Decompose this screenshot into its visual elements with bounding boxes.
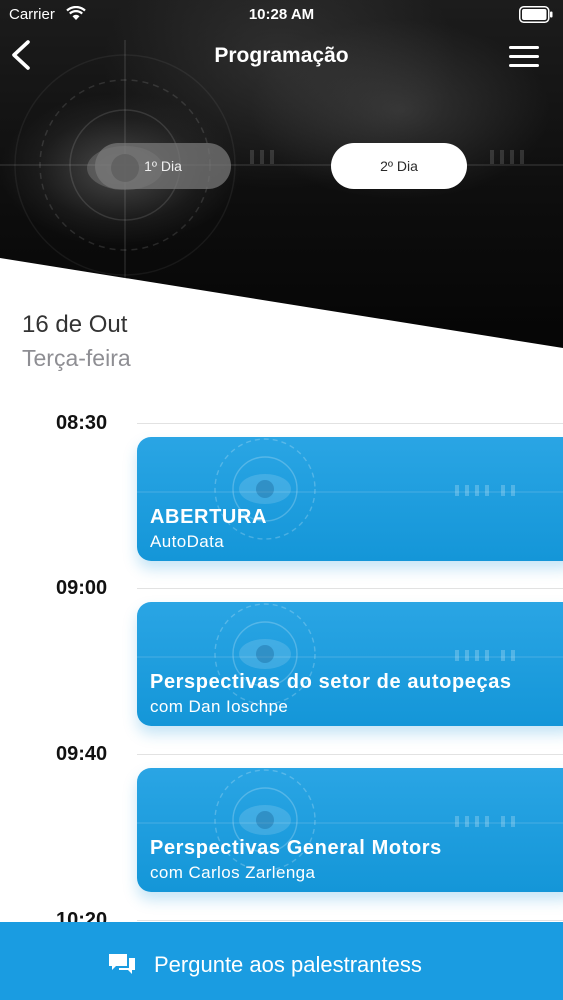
divider [137,588,563,589]
session-card[interactable]: Perspectivas General Motors com Carlos Z… [137,768,563,892]
session-title: Perspectivas General Motors [150,837,442,859]
day-1-button[interactable]: 1º Dia [95,143,231,189]
divider [137,754,563,755]
divider [137,423,563,424]
date-label: 16 de Out [22,311,128,338]
session-card[interactable]: ABERTURA AutoData [137,437,563,561]
weekday-label: Terça-feira [22,345,131,371]
session-speaker: com Dan Ioschpe [150,697,289,716]
ask-speakers-button[interactable]: Pergunte aos palestrantess [0,922,563,1000]
status-bar: Carrier 10:28 AM [0,0,563,30]
chat-icon [109,954,135,974]
page-title: Programação [214,44,349,67]
menu-icon[interactable] [509,46,539,68]
time-label: 08:30 [56,412,108,434]
divider [137,920,563,921]
session-speaker: com Carlos Zarlenga [150,863,316,882]
status-time: 10:28 AM [248,6,315,23]
time-label: 09:00 [56,577,108,599]
battery-icon [519,6,553,23]
day-2-button[interactable]: 2º Dia [331,143,467,189]
time-label: 09:40 [56,743,108,765]
session-title: ABERTURA [150,506,268,528]
session-speaker: AutoData [150,532,225,551]
session-title: Perspectivas do setor de autopeças [150,671,512,693]
ask-speakers-label: Pergunte aos palestrantess [154,952,422,977]
session-card[interactable]: Perspectivas do setor de autopeças com D… [137,602,563,726]
